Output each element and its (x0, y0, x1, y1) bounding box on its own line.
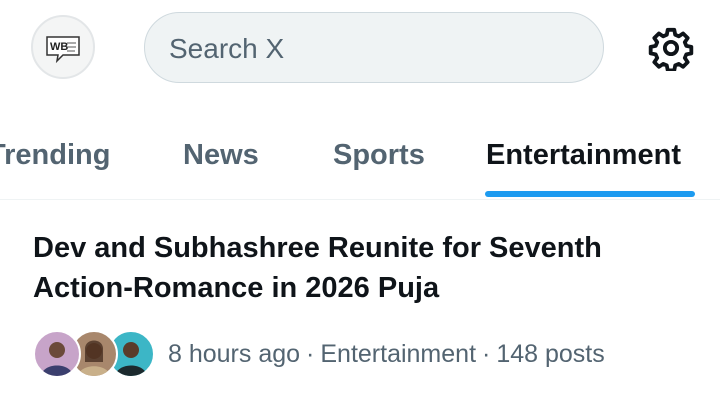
search-placeholder: Search X (169, 33, 285, 64)
meta-separator: · (482, 340, 491, 368)
search-input[interactable]: Search X (144, 12, 604, 83)
wb-logo-text: WB (50, 41, 68, 53)
story-avatars (33, 330, 163, 378)
story-post-count: 148 posts (496, 340, 605, 368)
meta-separator: · (306, 340, 315, 368)
wb-logo-icon: WB (46, 36, 80, 64)
avatar (33, 330, 81, 378)
explore-tabs: Trending News Sports Entertainment (0, 110, 720, 200)
story-category: Entertainment (320, 340, 477, 368)
story-meta: 8 hours ago · Entertainment · 148 posts (168, 330, 605, 378)
explore-page: WB Search X Trending News Sports Enterta… (0, 0, 720, 411)
active-tab-indicator (485, 191, 695, 197)
tab-news[interactable]: News (183, 110, 259, 199)
gear-icon[interactable] (648, 25, 694, 73)
tab-entertainment[interactable]: Entertainment (486, 110, 681, 199)
profile-avatar[interactable]: WB (31, 15, 95, 79)
tab-trending[interactable]: Trending (0, 110, 110, 199)
trending-story[interactable]: Dev and Subhashree Reunite for Seventh A… (0, 200, 720, 411)
story-time: 8 hours ago (168, 340, 301, 368)
tab-sports[interactable]: Sports (333, 110, 425, 199)
top-header: WB Search X (0, 0, 720, 100)
story-title[interactable]: Dev and Subhashree Reunite for Seventh A… (33, 228, 693, 308)
